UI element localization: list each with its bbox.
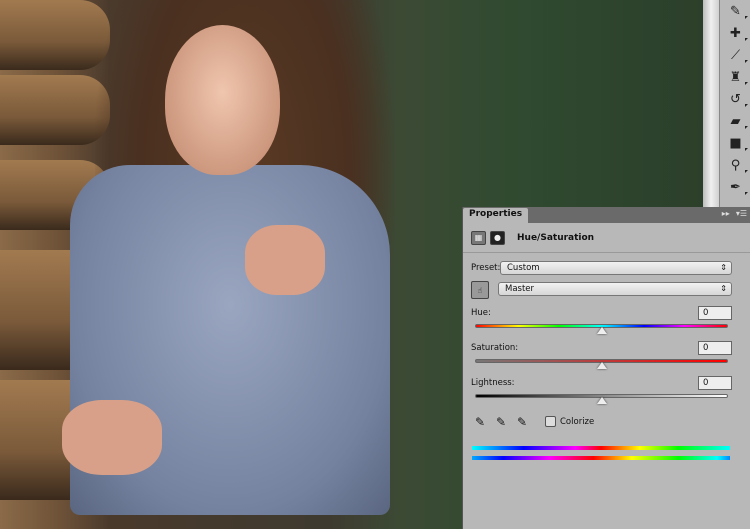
hue-label: Hue: <box>471 308 491 318</box>
hand <box>245 225 325 295</box>
wood-log <box>0 0 110 70</box>
healing-brush-icon[interactable]: ✚ <box>720 22 750 44</box>
targeted-adjustment-hand-icon[interactable]: ☝ <box>471 281 489 299</box>
lightness-slider-thumb[interactable] <box>596 397 607 404</box>
channel-select[interactable]: Master ⇕ <box>498 282 732 296</box>
properties-panel: Properties ▸▸ ▾☰ ▦ ● Hue/Saturation Pres… <box>462 207 750 529</box>
tab-properties[interactable]: Properties <box>463 208 529 223</box>
eyedropper-icon[interactable]: ✎ <box>720 0 750 22</box>
tools-panel: ✎ ✚ ⟋ ♜ ↺ ▰ ■ ⚲ ✒ <box>719 0 750 207</box>
preset-label: Preset: <box>471 263 501 273</box>
lightness-label: Lightness: <box>471 378 515 388</box>
hue-slider-thumb[interactable] <box>596 327 607 334</box>
gradient-icon[interactable]: ■ <box>720 132 750 154</box>
dodge-icon[interactable]: ⚲ <box>720 154 750 176</box>
channel-value: Master <box>505 284 535 294</box>
panel-dock-strip <box>703 0 719 207</box>
clone-stamp-icon[interactable]: ♜ <box>720 66 750 88</box>
collapse-icon[interactable]: ▸▸ <box>722 209 730 218</box>
updown-icon: ⇕ <box>720 263 727 272</box>
preset-value: Custom <box>507 263 540 273</box>
adjustment-layer-icon[interactable]: ▦ <box>471 230 486 245</box>
hue-input[interactable]: 0 <box>698 306 732 320</box>
panel-menu-icon[interactable]: ▾☰ <box>736 209 747 218</box>
saturation-label: Saturation: <box>471 343 519 353</box>
eyedropper-add-icon[interactable]: ✎ <box>496 415 506 429</box>
updown-icon: ⇕ <box>720 284 727 293</box>
face <box>165 25 280 175</box>
eraser-icon[interactable]: ▰ <box>720 110 750 132</box>
eyedropper-subtract-icon[interactable]: ✎ <box>517 415 527 429</box>
eyedropper-icon[interactable]: ✎ <box>475 415 485 429</box>
lightness-input[interactable]: 0 <box>698 376 732 390</box>
history-brush-icon[interactable]: ↺ <box>720 88 750 110</box>
source-color-bar <box>472 446 730 450</box>
saturation-slider-thumb[interactable] <box>596 362 607 369</box>
mask-icon[interactable]: ● <box>490 230 505 245</box>
hand <box>62 400 162 475</box>
preset-select[interactable]: Custom ⇕ <box>500 261 732 275</box>
result-color-bar <box>472 456 730 460</box>
colorize-label: Colorize <box>560 417 595 427</box>
brush-icon[interactable]: ⟋ <box>720 44 750 66</box>
saturation-input[interactable]: 0 <box>698 341 732 355</box>
colorize-checkbox[interactable] <box>545 416 556 427</box>
adjustment-title: Hue/Saturation <box>517 232 595 243</box>
wood-log <box>0 75 110 145</box>
pen-icon[interactable]: ✒ <box>720 176 750 198</box>
